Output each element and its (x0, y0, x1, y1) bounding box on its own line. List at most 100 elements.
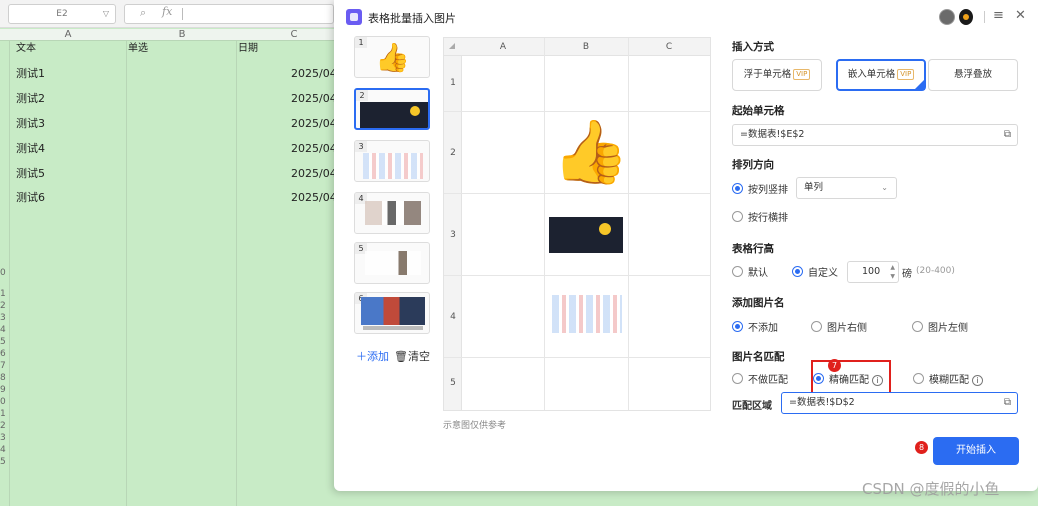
by-row-radio[interactable] (732, 211, 743, 222)
name-right-radio[interactable] (811, 321, 822, 332)
no-name-radio[interactable] (732, 321, 743, 332)
formula-input[interactable] (124, 4, 334, 24)
floating-stack-option[interactable]: 悬浮叠放 (928, 59, 1018, 91)
table-cell-date[interactable]: 2025/04. (291, 117, 340, 131)
fuzzy-match-label[interactable]: 模糊匹配 i (929, 371, 983, 386)
no-match-label[interactable]: 不做匹配 (748, 371, 788, 386)
image-thumbnail[interactable]: 6 (354, 292, 430, 334)
row-number[interactable]: 7 (0, 360, 10, 372)
row-height-stepper[interactable]: 100 ▲ ▼ (847, 261, 899, 283)
no-name-label[interactable]: 不添加 (748, 319, 778, 334)
row-number[interactable]: 1 (0, 408, 10, 420)
row-number[interactable]: 2 (0, 420, 10, 432)
add-label: 添加 (367, 350, 389, 363)
member-badge-icon[interactable] (959, 9, 973, 25)
row-number[interactable]: 3 (0, 312, 10, 324)
menu-icon[interactable]: ≡ (993, 8, 1004, 23)
add-image-button[interactable]: ＋添加 (356, 348, 389, 364)
zoom-icon[interactable]: ⌕ (140, 6, 146, 20)
image-thumbnail[interactable]: 3 (354, 140, 430, 182)
row-number[interactable]: 4 (0, 324, 10, 336)
custom-height-radio[interactable] (792, 266, 803, 277)
by-column-radio[interactable] (732, 183, 743, 194)
table-cell-text[interactable]: 测试2 (16, 92, 45, 106)
default-height-radio[interactable] (732, 266, 743, 277)
start-cell-input[interactable]: =数据表!$E$2 ⧉ (732, 124, 1018, 146)
batch-insert-images-dialog: 表格批量插入图片 ≡ ✕ 1 👍 2 3 4 5 6 ＋添加 (334, 0, 1038, 491)
row-number[interactable]: 1 (0, 288, 10, 300)
embed-in-cell-option[interactable]: 嵌入单元格 VIP (836, 59, 926, 91)
preview-column-b: B (582, 42, 590, 52)
thumbs-up-icon: 👍 (375, 41, 410, 74)
row-number[interactable]: 0 (0, 267, 10, 279)
table-cell-date[interactable]: 2025/04. (291, 67, 340, 81)
row-number-column: 0 1 2 3 4 5 6 7 8 9 0 1 2 3 4 5 (0, 41, 10, 506)
table-cell-date[interactable]: 2025/04. (291, 92, 340, 106)
name-box[interactable]: E2 ▽ (8, 4, 116, 24)
clear-images-button[interactable]: 🗑清空 (394, 348, 430, 364)
image-thumbnail-selected[interactable]: 2 (354, 88, 430, 130)
header-cell-radio[interactable]: 单选 (128, 42, 148, 56)
fuzzy-match-radio[interactable] (913, 373, 924, 384)
stepper-arrows-icon[interactable]: ▲ ▼ (890, 263, 895, 281)
table-cell-date[interactable]: 2025/04. (291, 142, 340, 156)
by-row-label[interactable]: 按行横排 (748, 209, 788, 224)
select-all-corner-icon (449, 43, 455, 49)
row-number[interactable]: 9 (0, 384, 10, 396)
row-number[interactable]: 5 (0, 456, 10, 468)
row-number[interactable]: 5 (0, 336, 10, 348)
option-label: 嵌入单元格 (847, 69, 896, 80)
no-match-radio[interactable] (732, 373, 743, 384)
range-hint: (20-400) (916, 266, 955, 276)
unit-label: 磅 (902, 269, 912, 280)
row-number[interactable]: 6 (0, 348, 10, 360)
default-height-label[interactable]: 默认 (748, 264, 768, 279)
clear-label: 清空 (407, 350, 430, 363)
column-mode-select[interactable]: 单列 ⌄ (796, 177, 897, 199)
preview-row-3: 3 (450, 230, 456, 240)
match-area-input[interactable]: =数据表!$D$2 ⧉ (781, 392, 1018, 414)
info-icon[interactable]: i (972, 375, 983, 386)
divider (984, 11, 985, 23)
header-cell-date[interactable]: 日期 (238, 42, 258, 56)
preview-row-2: 2 (450, 148, 456, 158)
custom-height-label[interactable]: 自定义 (808, 264, 838, 279)
table-cell-text[interactable]: 测试3 (16, 117, 45, 131)
row-number[interactable]: 2 (0, 300, 10, 312)
start-insert-button[interactable]: 开始插入 (933, 437, 1019, 465)
float-over-cell-option[interactable]: 浮于单元格 VIP (732, 59, 822, 91)
column-header-b[interactable]: B (172, 29, 192, 41)
table-cell-text[interactable]: 测试5 (16, 167, 45, 181)
range-picker-icon[interactable]: ⧉ (1004, 125, 1011, 145)
row-number[interactable]: 8 (0, 372, 10, 384)
chevron-down-icon: ⌄ (881, 183, 888, 192)
fx-icon[interactable]: fx (162, 5, 172, 18)
name-left-label[interactable]: 图片左侧 (928, 319, 968, 334)
table-cell-date[interactable]: 2025/04. (291, 191, 340, 205)
name-left-radio[interactable] (912, 321, 923, 332)
trash-icon: 🗑 (394, 350, 408, 363)
row-number[interactable]: 0 (0, 396, 10, 408)
preview-column-c: C (665, 42, 673, 52)
column-header-c[interactable]: C (284, 29, 304, 41)
image-thumbnail[interactable]: 5 (354, 242, 430, 284)
column-header-a[interactable]: A (58, 29, 78, 41)
close-icon[interactable]: ✕ (1015, 8, 1026, 23)
avatar[interactable] (939, 9, 955, 25)
table-cell-text[interactable]: 测试1 (16, 67, 45, 81)
image-thumbnail[interactable]: 1 👍 (354, 36, 430, 78)
divider (182, 8, 183, 20)
image-thumbnail[interactable]: 4 (354, 192, 430, 234)
preview-row-4: 4 (450, 312, 456, 322)
header-cell-text[interactable]: 文本 (16, 42, 36, 56)
name-right-label[interactable]: 图片右侧 (827, 319, 867, 334)
gridline (444, 275, 710, 276)
table-cell-text[interactable]: 测试4 (16, 142, 45, 156)
row-number[interactable]: 4 (0, 444, 10, 456)
table-cell-text[interactable]: 测试6 (16, 191, 45, 205)
row-number[interactable]: 3 (0, 432, 10, 444)
range-picker-icon[interactable]: ⧉ (1004, 393, 1011, 413)
caption-line (363, 326, 423, 330)
table-cell-date[interactable]: 2025/04. (291, 167, 340, 181)
by-column-label[interactable]: 按列竖排 (748, 181, 788, 196)
